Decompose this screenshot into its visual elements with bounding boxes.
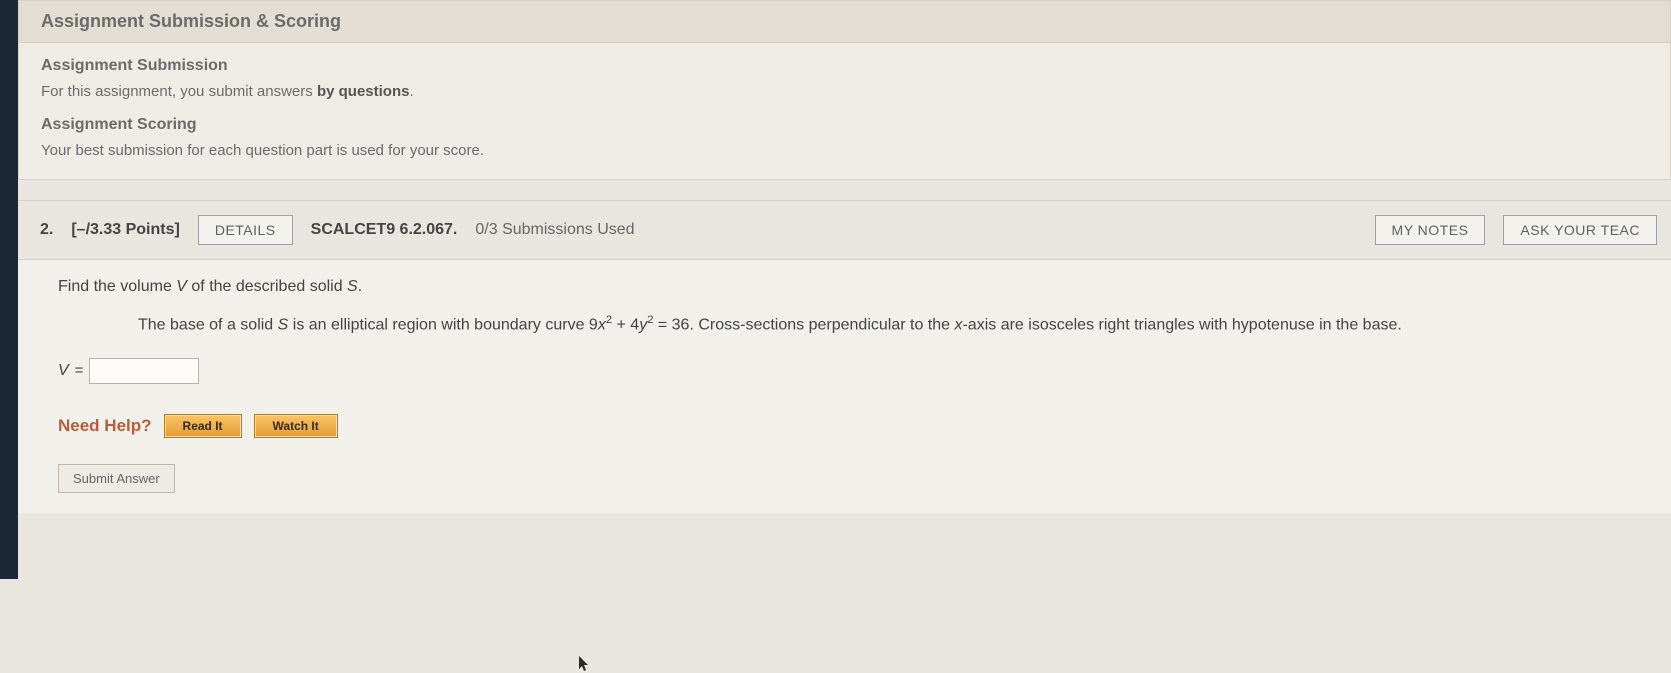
scoring-heading: Assignment Scoring xyxy=(41,106,1648,138)
cursor-icon xyxy=(578,655,590,673)
submissions-used: 0/3 Submissions Used xyxy=(475,221,634,239)
info-panel-title: Assignment Submission & Scoring xyxy=(19,1,1670,43)
answer-input[interactable] xyxy=(89,358,199,384)
info-panel-body: Assignment Submission For this assignmen… xyxy=(19,43,1670,179)
question-panel: 2. [–/3.33 Points] DETAILS SCALCET9 6.2.… xyxy=(18,200,1671,513)
question-points: [–/3.33 Points] xyxy=(71,221,179,239)
assignment-info-panel: Assignment Submission & Scoring Assignme… xyxy=(18,0,1671,180)
answer-row: V = xyxy=(58,358,1631,384)
question-body: Find the volume V of the described solid… xyxy=(18,260,1671,513)
read-it-button[interactable]: Read It xyxy=(164,414,242,438)
question-reference: SCALCET9 6.2.067. xyxy=(311,221,458,239)
help-row: Need Help? Read It Watch It xyxy=(58,414,1631,438)
submit-answer-button[interactable]: Submit Answer xyxy=(58,464,175,493)
ask-teacher-button[interactable]: ASK YOUR TEAC xyxy=(1503,215,1657,245)
watch-it-button[interactable]: Watch It xyxy=(254,414,338,438)
question-prompt: Find the volume V of the described solid… xyxy=(58,278,1631,296)
details-button[interactable]: DETAILS xyxy=(198,215,293,245)
submission-text: For this assignment, you submit answers … xyxy=(41,79,1648,106)
need-help-label: Need Help? xyxy=(58,416,152,436)
my-notes-button[interactable]: MY NOTES xyxy=(1375,215,1486,245)
submission-heading: Assignment Submission xyxy=(41,47,1648,79)
scoring-text: Your best submission for each question p… xyxy=(41,138,1648,165)
answer-variable: V xyxy=(58,362,69,380)
question-description: The base of a solid S is an elliptical r… xyxy=(58,312,1631,338)
question-header: 2. [–/3.33 Points] DETAILS SCALCET9 6.2.… xyxy=(18,201,1671,260)
answer-equals: = xyxy=(75,362,84,379)
question-number: 2. xyxy=(40,221,53,239)
